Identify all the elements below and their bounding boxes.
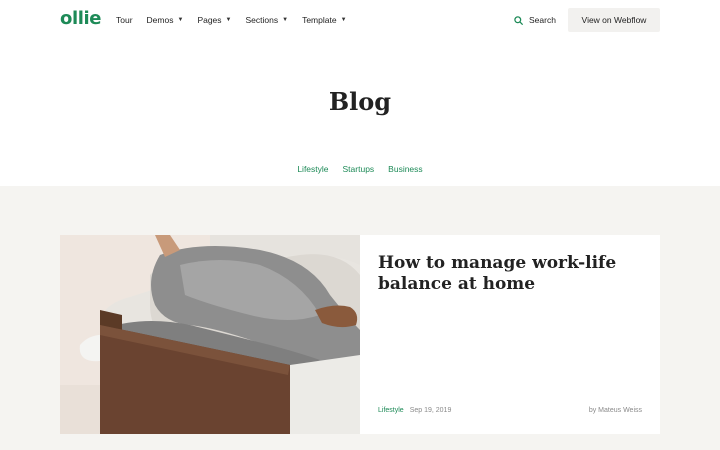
nav-item-template[interactable]: Template ▼ bbox=[302, 14, 346, 26]
featured-post-image[interactable] bbox=[60, 235, 360, 434]
category-link-lifestyle[interactable]: Lifestyle bbox=[297, 163, 328, 175]
search-button[interactable]: Search bbox=[514, 14, 556, 26]
nav-item-tour[interactable]: Tour bbox=[116, 14, 133, 26]
caret-down-icon: ▼ bbox=[282, 17, 289, 23]
caret-down-icon: ▼ bbox=[177, 17, 184, 23]
nav-item-label: Sections bbox=[245, 15, 279, 25]
post-category[interactable]: Lifestyle bbox=[378, 406, 404, 416]
caret-down-icon: ▼ bbox=[340, 17, 347, 23]
featured-post-card[interactable]: How to manage work-life balance at home … bbox=[60, 235, 660, 434]
featured-post-content: How to manage work-life balance at home … bbox=[360, 235, 660, 434]
nav-item-demos[interactable]: Demos ▼ bbox=[147, 14, 184, 26]
category-link-business[interactable]: Business bbox=[388, 163, 423, 175]
search-icon bbox=[514, 15, 523, 25]
post-meta: Lifestyle Sep 19, 2019 bbox=[378, 406, 451, 416]
category-link-startups[interactable]: Startups bbox=[343, 163, 375, 175]
view-on-webflow-button[interactable]: View on Webflow bbox=[568, 8, 660, 32]
post-author: by Mateus Weiss bbox=[588, 407, 642, 414]
nav-item-pages[interactable]: Pages ▼ bbox=[197, 14, 231, 26]
nav-item-label: Pages bbox=[197, 15, 222, 25]
nav-item-label: Template bbox=[302, 15, 337, 25]
brand-logo[interactable]: ollie bbox=[60, 8, 101, 30]
nav-item-sections[interactable]: Sections ▼ bbox=[246, 14, 289, 26]
top-navigation-bar: ollie Tour Demos ▼ Pages ▼ Sections ▼ Te… bbox=[0, 0, 720, 40]
post-title[interactable]: How to manage work-life balance at home bbox=[378, 253, 628, 295]
post-date: Sep 19, 2019 bbox=[409, 407, 452, 414]
nav-item-label: Tour bbox=[116, 15, 133, 25]
lounging-person-on-sofa-photo bbox=[60, 235, 360, 434]
search-label: Search bbox=[529, 15, 556, 25]
caret-down-icon: ▼ bbox=[225, 17, 232, 23]
main-nav: Tour Demos ▼ Pages ▼ Sections ▼ Template… bbox=[116, 14, 347, 26]
nav-item-label: Demos bbox=[146, 15, 174, 25]
category-filter: Lifestyle Startups Business bbox=[0, 163, 720, 175]
page-title: Blog bbox=[328, 87, 392, 116]
